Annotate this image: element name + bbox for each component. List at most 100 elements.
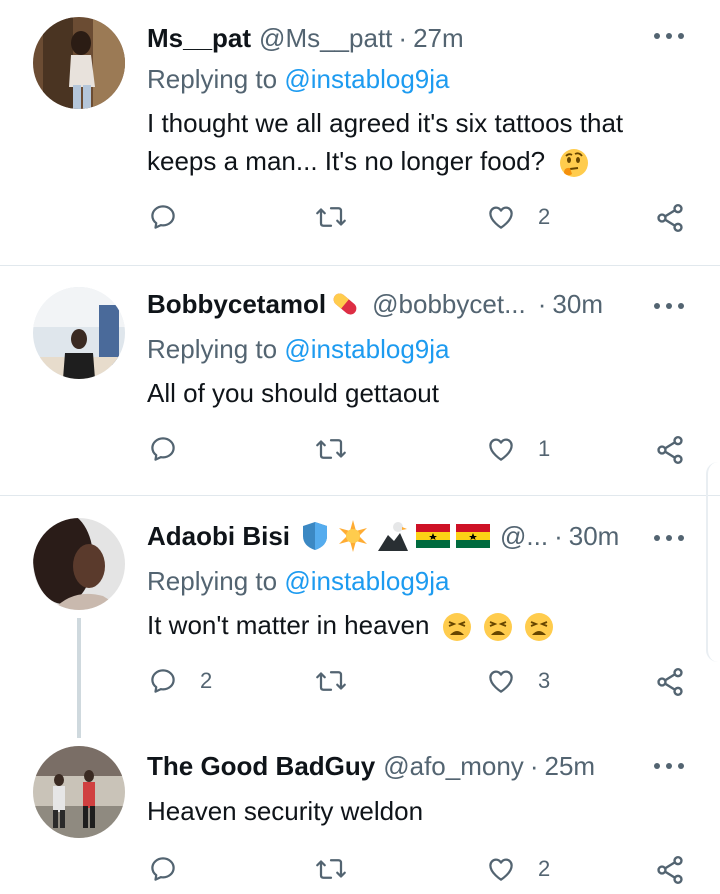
tired-face-emoji-icon	[525, 613, 554, 642]
avatar[interactable]	[33, 518, 125, 610]
replying-to-link[interactable]: @instablog9ja	[284, 334, 449, 364]
more-options-icon[interactable]	[654, 756, 684, 776]
timestamp[interactable]: 30m	[552, 289, 603, 320]
tweet-text-content: I thought we all agreed it's six tattoos…	[147, 108, 624, 176]
timestamp[interactable]: 25m	[544, 751, 595, 782]
user-handle[interactable]: @bobbycet...	[372, 289, 526, 320]
tweet-text: Heaven security weldon	[147, 792, 687, 830]
display-name[interactable]: Adaobi Bisi	[147, 521, 290, 552]
ghana-flag-icon	[456, 524, 491, 548]
ghana-flag-icon	[416, 524, 451, 548]
shield-emoji-icon	[303, 522, 328, 550]
avatar[interactable]	[33, 746, 125, 838]
reply-icon	[151, 669, 175, 693]
reply-button[interactable]	[148, 434, 178, 464]
tweet-the-good-badguy[interactable]: The Good BadGuy @afo_mony · 25m Heaven s…	[0, 740, 720, 889]
tweet-header: Ms__pat @Ms__patt · 27m	[147, 20, 700, 56]
tweet-bobbycetamol[interactable]: Bobbycetamol @bobbycet... · 30m Replying…	[0, 266, 720, 495]
like-button[interactable]: 3	[486, 666, 550, 696]
like-count: 2	[538, 204, 551, 229]
heart-icon	[489, 206, 513, 229]
user-handle[interactable]: @Ms__patt	[259, 23, 392, 54]
share-button[interactable]	[654, 854, 686, 886]
separator-dot: ·	[529, 750, 539, 781]
tweet-text-content: All of you should gettaout	[147, 378, 439, 408]
avatar[interactable]	[33, 287, 125, 379]
avatar-image	[33, 17, 125, 109]
replying-to-link[interactable]: @instablog9ja	[284, 566, 449, 596]
tweet-actions: 1	[0, 434, 720, 474]
display-name[interactable]: Bobbycetamol	[147, 289, 326, 320]
reply-count: 2	[200, 668, 213, 693]
tweet-adaobi-bisi[interactable]: Adaobi Bisi @... · 30m Replying to @inst…	[0, 496, 720, 740]
tweet-actions: 2	[0, 202, 720, 242]
display-name[interactable]: Ms__pat	[147, 23, 251, 54]
reply-button[interactable]	[148, 202, 178, 232]
retweet-icon	[316, 671, 346, 691]
tweet-header: Bobbycetamol @bobbycet... · 30m	[147, 286, 700, 322]
replying-to-prefix: Replying to	[147, 64, 285, 94]
avatar[interactable]	[33, 17, 125, 109]
heart-icon	[489, 670, 513, 693]
replying-to-prefix: Replying to	[147, 566, 285, 596]
share-button[interactable]	[654, 202, 686, 234]
retweet-button[interactable]	[314, 854, 348, 884]
tired-face-emoji-icon	[442, 613, 471, 642]
replying-to: Replying to @instablog9ja	[147, 64, 449, 95]
tweet-ms-pat[interactable]: Ms__pat @Ms__patt · 27m Replying to @ins…	[0, 0, 720, 265]
retweet-button[interactable]	[314, 666, 348, 696]
tweet-text: It won't matter in heaven	[147, 606, 687, 644]
avatar-image	[33, 518, 125, 610]
reply-button[interactable]	[148, 854, 178, 884]
share-button[interactable]	[654, 434, 686, 466]
timestamp[interactable]: 30m	[569, 521, 620, 552]
retweet-icon	[316, 439, 346, 459]
retweet-icon	[316, 207, 346, 227]
separator-dot: ·	[398, 22, 408, 53]
reply-icon	[151, 205, 175, 229]
retweet-button[interactable]	[314, 434, 348, 464]
share-icon	[657, 436, 683, 464]
replying-to-link[interactable]: @instablog9ja	[284, 64, 449, 94]
replying-to-prefix: Replying to	[147, 334, 285, 364]
sun-emoji-icon	[339, 520, 368, 552]
separator-dot: ·	[554, 520, 563, 551]
retweet-button[interactable]	[314, 202, 348, 232]
tweet-actions: 2	[0, 854, 720, 894]
more-options-icon[interactable]	[654, 26, 684, 46]
replying-to: Replying to @instablog9ja	[147, 566, 449, 597]
timestamp[interactable]: 27m	[413, 23, 464, 54]
retweet-icon	[316, 859, 346, 879]
display-name[interactable]: The Good BadGuy	[147, 751, 375, 782]
share-icon	[657, 668, 683, 696]
heart-icon	[489, 438, 513, 461]
user-handle[interactable]: @afo_mony	[383, 751, 524, 782]
tweet-header: Adaobi Bisi @... · 30m	[147, 518, 700, 554]
like-count: 1	[538, 436, 551, 461]
reply-icon	[151, 857, 175, 881]
pill-emoji-icon	[333, 293, 357, 315]
tweet-text: I thought we all agreed it's six tattoos…	[147, 104, 687, 180]
user-handle[interactable]: @...	[500, 521, 548, 552]
tweet-text: All of you should gettaout	[147, 374, 687, 412]
replying-to: Replying to @instablog9ja	[147, 334, 449, 365]
heart-icon	[489, 858, 513, 881]
reply-button[interactable]: 2	[148, 666, 212, 696]
thinking-face-emoji-icon	[560, 149, 589, 178]
avatar-image	[33, 746, 125, 838]
more-options-icon[interactable]	[654, 528, 684, 548]
like-button[interactable]: 2	[486, 202, 550, 232]
eagle-emoji-icon	[378, 522, 409, 551]
like-count: 2	[538, 856, 551, 881]
avatar-image	[33, 287, 125, 379]
like-button[interactable]: 2	[486, 854, 550, 884]
tweet-actions: 2 3	[0, 666, 720, 706]
like-button[interactable]: 1	[486, 434, 550, 464]
more-options-icon[interactable]	[654, 296, 684, 316]
tweet-header: The Good BadGuy @afo_mony · 25m	[147, 748, 700, 784]
tweet-text-content: It won't matter in heaven	[147, 610, 430, 640]
scrollbar[interactable]	[706, 462, 720, 662]
like-count: 3	[538, 668, 551, 693]
share-button[interactable]	[654, 666, 686, 698]
reply-icon	[151, 437, 175, 461]
